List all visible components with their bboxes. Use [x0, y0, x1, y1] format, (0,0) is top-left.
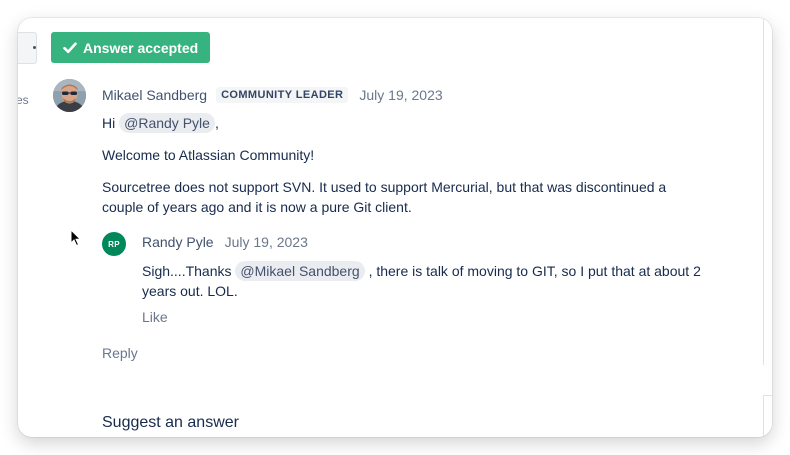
greeting-prefix: Hi: [102, 115, 116, 131]
user-photo-icon: [53, 79, 86, 112]
reply-date[interactable]: July 19, 2023: [225, 234, 308, 250]
reply-text-suffix: , there is talk of moving to GIT, so I p…: [368, 263, 701, 279]
right-panel-edge: [763, 18, 772, 365]
answer-accepted-label: Answer accepted: [83, 39, 199, 56]
mouse-cursor-icon: [70, 228, 82, 252]
left-panel-label: es: [18, 93, 29, 107]
reply-author-line: Randy Pyle July 19, 2023: [142, 234, 308, 250]
greeting-suffix: ,: [214, 115, 219, 131]
reply-button[interactable]: Reply: [102, 345, 138, 361]
reply-avatar-initials: RP: [108, 239, 120, 249]
answer-paragraph-2-line-2: couple of years ago and it is now a pure…: [102, 199, 412, 215]
answer-greeting: Hi @Randy Pyle,: [102, 113, 219, 133]
answer-date[interactable]: July 19, 2023: [359, 87, 442, 103]
reply-avatar[interactable]: RP: [102, 232, 126, 256]
mention-mikael-sandberg[interactable]: @Mikael Sandberg: [235, 261, 365, 281]
check-icon: [63, 42, 77, 53]
like-button[interactable]: Like: [142, 309, 168, 325]
suggest-answer-heading: Suggest an answer: [102, 414, 239, 431]
left-panel-dot: [33, 46, 36, 49]
reply-text-line-2: years out. LOL.: [142, 283, 238, 299]
avatar[interactable]: [53, 79, 86, 112]
reply-text-prefix: Sigh....Thanks: [142, 263, 232, 279]
reply-author-name[interactable]: Randy Pyle: [142, 234, 214, 250]
community-thread-window: es Answer accepted Mikael Sandberg COMMU…: [18, 18, 772, 437]
answer-accepted-badge: Answer accepted: [51, 32, 211, 63]
right-panel-edge-lower: [763, 395, 772, 437]
answer-author-name[interactable]: Mikael Sandberg: [102, 87, 207, 103]
answer-author-line: Mikael Sandberg COMMUNITY LEADER July 19…: [102, 87, 443, 103]
community-leader-badge: COMMUNITY LEADER: [216, 87, 349, 103]
mention-randy-pyle[interactable]: @Randy Pyle: [119, 113, 215, 133]
answer-paragraph-2-line-1: Sourcetree does not support SVN. It used…: [102, 179, 667, 195]
answer-paragraph-1: Welcome to Atlassian Community!: [102, 147, 315, 163]
reply-text-line-1: Sigh....Thanks @Mikael Sandberg , there …: [142, 261, 701, 281]
